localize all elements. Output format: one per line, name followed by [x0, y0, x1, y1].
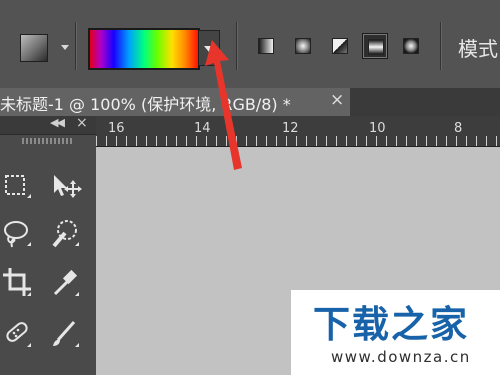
horizontal-ruler[interactable]: 16 14 12 10 8 — [96, 116, 500, 147]
gradient-tool-preset-icon[interactable] — [20, 34, 48, 62]
ruler-ticks — [96, 136, 500, 146]
ruler-label: 12 — [282, 121, 299, 136]
close-icon[interactable]: × — [330, 90, 344, 110]
panel-grip[interactable] — [22, 138, 74, 144]
document-tab[interactable]: 未标题-1 @ 100% (保护环境, RGB/8) * × — [0, 88, 350, 116]
tools-panel: ◀◀ × — [0, 115, 97, 375]
angle-gradient-button[interactable] — [327, 33, 351, 57]
quick-selection-icon[interactable] — [48, 217, 82, 251]
gradient-picker[interactable] — [88, 28, 200, 70]
collapse-panel-icon[interactable]: ◀◀ — [50, 116, 65, 129]
options-divider — [75, 22, 76, 70]
watermark-url: www.downza.cn — [331, 348, 471, 366]
eyedropper-icon[interactable] — [48, 265, 82, 299]
linear-gradient-button[interactable] — [253, 33, 277, 57]
radial-gradient-button[interactable] — [290, 33, 314, 57]
healing-brush-icon[interactable] — [0, 316, 34, 350]
preset-dropdown-icon[interactable] — [61, 45, 69, 50]
watermark-logo-text: 下载之家 — [313, 303, 469, 346]
options-divider — [440, 22, 441, 70]
brush-icon[interactable] — [48, 316, 82, 350]
options-bar: 模式 — [0, 0, 500, 89]
crop-icon[interactable] — [0, 265, 34, 299]
annotation-arrow-icon — [205, 40, 242, 170]
watermark: 下载之家 www.downza.cn — [291, 290, 500, 375]
angle-gradient-icon — [332, 38, 348, 54]
linear-gradient-icon — [258, 38, 274, 54]
move-tool-icon[interactable] — [48, 169, 82, 203]
tools-panel-header: ◀◀ × — [0, 115, 96, 135]
ruler-label: 10 — [369, 121, 386, 136]
reflected-gradient-icon — [368, 39, 384, 55]
radial-gradient-icon — [295, 38, 311, 54]
rectangular-marquee-icon[interactable] — [0, 169, 34, 203]
ruler-label: 16 — [108, 121, 125, 136]
close-panel-icon[interactable]: × — [76, 115, 88, 131]
diamond-gradient-icon — [403, 38, 419, 54]
reflected-gradient-button[interactable] — [362, 33, 388, 59]
document-tab-bar: 未标题-1 @ 100% (保护环境, RGB/8) * × — [0, 88, 500, 117]
mode-label: 模式 — [458, 37, 498, 61]
ruler-label: 8 — [454, 121, 463, 136]
lasso-icon[interactable] — [0, 217, 34, 251]
diamond-gradient-button[interactable] — [398, 33, 422, 57]
